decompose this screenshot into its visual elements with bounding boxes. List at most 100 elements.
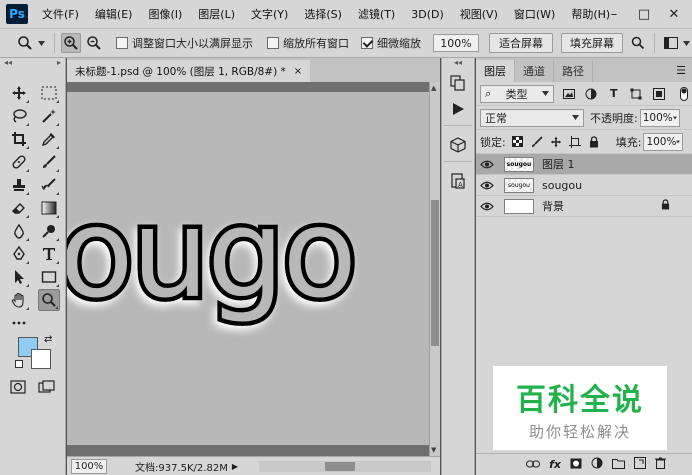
path-selection-tool[interactable] [8,266,30,288]
visibility-eye-icon[interactable] [476,160,498,169]
eyedropper-tool[interactable] [38,128,60,150]
chevron-down-icon[interactable] [672,116,677,120]
zoom-percent-field[interactable]: 100% [433,34,479,52]
layer-name[interactable]: 图层 1 [542,156,575,172]
canvas[interactable]: ougo [67,92,429,445]
layer-row[interactable]: 背景 [476,196,692,217]
menu-view[interactable]: 视图(V) [452,6,506,22]
hand-tool[interactable] [8,289,30,311]
gradient-tool[interactable] [38,197,60,219]
close-tab-icon[interactable]: × [294,66,302,77]
zoom-out-button[interactable] [84,33,104,53]
adjustment-layer-icon[interactable] [591,457,603,472]
glyphs-panel-button[interactable]: A [445,170,471,192]
fill-screen-button[interactable]: 填充屏幕 [561,33,623,53]
scrubby-zoom-checkbox[interactable]: 细微缩放 [361,35,421,51]
layer-name[interactable]: sougou [542,179,582,192]
rectangle-tool[interactable] [38,266,60,288]
filter-type-icon[interactable]: T [606,86,622,102]
vertical-scroll-thumb[interactable] [431,200,439,346]
lasso-tool[interactable] [8,105,30,127]
collapse-arrows-icon[interactable]: ◂◂ [4,58,12,68]
blur-tool[interactable] [8,220,30,242]
clone-stamp-tool[interactable] [8,174,30,196]
screen-mode-button[interactable] [38,380,56,394]
resize-windows-box[interactable] [116,37,128,49]
add-layer-style-button[interactable]: fx [549,458,561,471]
lock-artboard-icon[interactable] [567,134,583,150]
actions-panel-button[interactable] [445,98,471,120]
filter-smart-object-icon[interactable] [651,86,667,102]
filter-toggle-icon[interactable] [676,86,692,102]
menu-type[interactable]: 文字(Y) [243,6,296,22]
brush-tool[interactable] [38,151,60,173]
lock-image-icon[interactable] [529,134,545,150]
marquee-tool[interactable] [38,82,60,104]
tab-channels[interactable]: 通道 [515,60,554,82]
3d-panel-button[interactable] [445,134,471,156]
menu-layer[interactable]: 图层(L) [190,6,243,22]
opacity-field[interactable]: 100% [639,108,680,127]
zoom-all-box[interactable] [267,37,279,49]
zoom-in-button[interactable] [61,33,81,53]
new-group-icon[interactable] [612,458,625,472]
horizontal-scrollbar[interactable] [259,461,431,472]
document-size-info[interactable]: 文档:937.5K/2.82M [135,459,228,474]
visibility-eye-icon[interactable] [476,181,498,190]
menu-filter[interactable]: 滤镜(T) [350,6,403,22]
filter-pixel-icon[interactable] [561,86,577,102]
background-color-swatch[interactable] [31,349,51,369]
lock-all-icon[interactable] [586,134,602,150]
menu-edit[interactable]: 编辑(E) [87,6,141,22]
delete-layer-icon[interactable] [655,457,666,472]
layer-row[interactable]: sougou sougou [476,175,692,196]
document-tab[interactable]: 未标题-1.psd @ 100% (图层 1, RGB/8#) * × [67,60,311,82]
edit-toolbar-button[interactable] [8,312,30,334]
crop-tool[interactable] [8,128,30,150]
minimize-button[interactable]: – [606,7,622,22]
swap-colors-icon[interactable]: ⇄ [44,334,52,345]
magic-wand-tool[interactable] [38,105,60,127]
move-tool[interactable] [8,82,30,104]
scroll-down-icon[interactable]: ▼ [431,446,436,454]
lock-transparent-icon[interactable] [510,134,526,150]
maximize-button[interactable]: □ [636,7,652,22]
dodge-tool[interactable] [38,220,60,242]
visibility-eye-icon[interactable] [476,202,498,211]
fit-screen-button[interactable]: 适合屏幕 [489,33,553,53]
menu-3d[interactable]: 3D(D) [403,8,452,21]
healing-brush-tool[interactable] [8,151,30,173]
tool-preset-picker[interactable] [14,32,48,54]
blend-mode-select[interactable]: 正常 [480,108,584,127]
quick-mask-button[interactable] [10,380,26,394]
zoom-all-checkbox[interactable]: 缩放所有窗口 [267,35,349,51]
tab-layers[interactable]: 图层 [476,60,515,82]
filter-kind-select[interactable]: ⌕ 类型 [480,84,554,103]
fill-field[interactable]: 100% [643,132,684,151]
menu-window[interactable]: 窗口(W) [506,6,563,22]
chevron-down-icon[interactable] [683,40,690,46]
horizontal-scroll-thumb[interactable] [325,462,355,471]
history-brush-tool[interactable] [38,174,60,196]
history-panel-button[interactable] [445,72,471,94]
search-button[interactable] [628,33,648,53]
default-colors-icon[interactable] [15,360,23,368]
panel-close-icon[interactable]: ▸ [57,58,61,68]
scroll-up-icon[interactable]: ▲ [431,84,436,92]
status-zoom-field[interactable]: 100% [71,458,107,474]
menu-file[interactable]: 文件(F) [34,6,87,22]
filter-adjustment-icon[interactable] [583,86,599,102]
vertical-scrollbar[interactable]: ▲ ▼ [429,82,440,456]
resize-windows-checkbox[interactable]: 调整窗口大小以满屏显示 [116,35,253,51]
layer-name[interactable]: 背景 [542,198,564,214]
tab-paths[interactable]: 路径 [554,60,593,82]
pen-tool[interactable] [8,243,30,265]
zoom-tool[interactable] [38,289,60,311]
workspace-button[interactable] [661,33,681,53]
add-mask-icon[interactable] [570,458,582,472]
dock-collapse-icon[interactable]: ◂◂ [442,58,474,68]
close-window-button[interactable]: ✕ [666,7,682,22]
layer-row[interactable]: sougou 图层 1 [476,154,692,175]
menu-image[interactable]: 图像(I) [140,6,190,22]
eraser-tool[interactable] [8,197,30,219]
